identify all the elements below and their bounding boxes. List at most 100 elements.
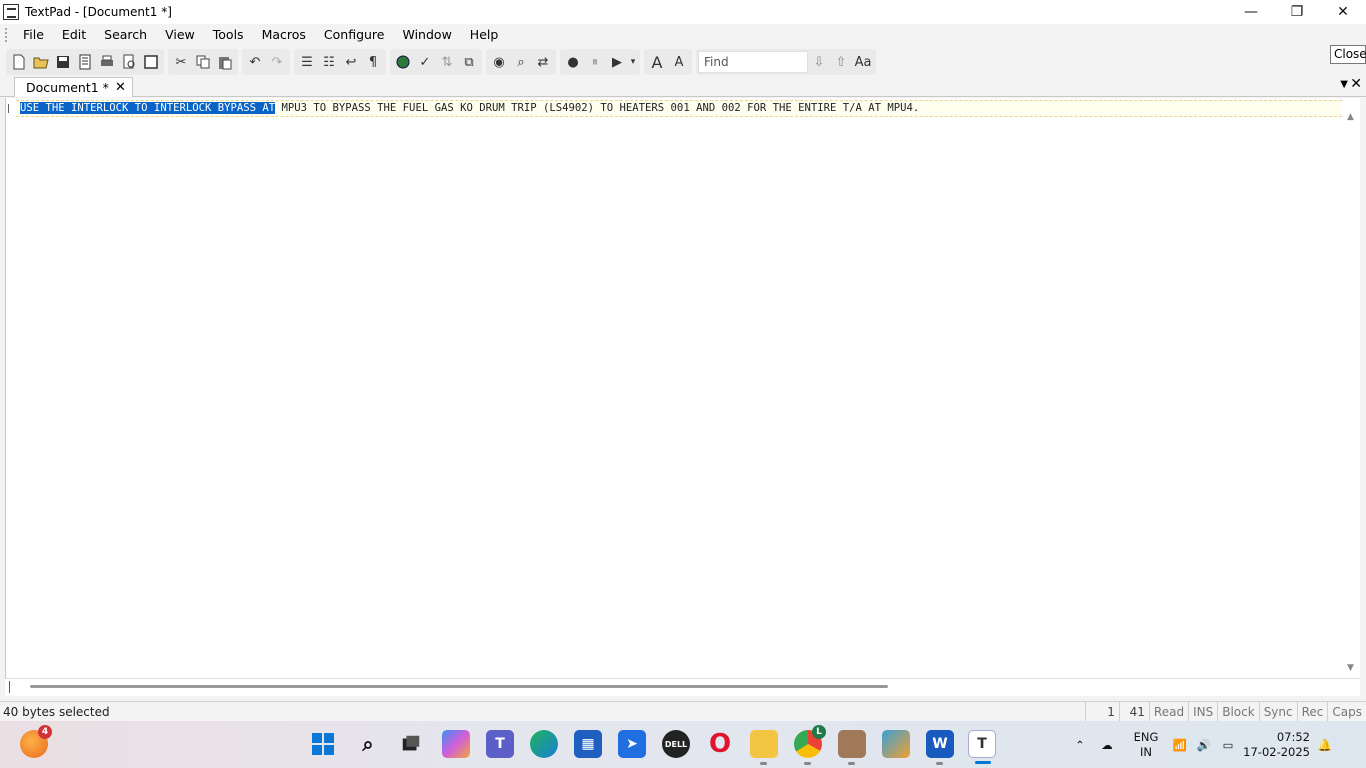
photos-app-icon[interactable] [882,730,910,758]
contacts-app-icon[interactable] [838,730,866,765]
redo-icon[interactable]: ↷ [266,51,288,73]
outdent-icon[interactable]: ☷ [318,51,340,73]
new-file-icon[interactable] [8,51,30,73]
battery-icon[interactable]: ▭ [1216,738,1240,752]
replace-icon[interactable]: ⇄ [532,51,554,73]
menu-view[interactable]: View [156,24,204,46]
copy-icon[interactable] [192,51,214,73]
wifi-icon[interactable]: 📶 [1168,738,1192,752]
spell-check-icon[interactable]: ✓ [414,51,436,73]
textpad-app-icon[interactable] [3,4,19,20]
web-browser-icon[interactable] [392,51,414,73]
menu-macros[interactable]: Macros [253,24,315,46]
find-in-files-icon[interactable]: ⌕ [510,51,532,73]
power-automate-icon[interactable]: ➤ [618,730,646,758]
sort-icon[interactable]: ⇅ [436,51,458,73]
editor-pane[interactable]: USE THE INTERLOCK TO INTERLOCK BYPASS AT… [5,98,1344,678]
match-case-button[interactable]: Aa [852,51,874,73]
record-macro-icon[interactable]: ● [562,51,584,73]
status-line: 1 [1084,702,1119,722]
status-sync[interactable]: Sync [1258,702,1297,722]
textpad-taskbar-icon[interactable]: T [968,730,996,764]
opera-browser-icon[interactable]: O [706,729,734,759]
status-ins[interactable]: INS [1188,702,1217,722]
show-paragraph-icon[interactable]: ¶ [362,51,384,73]
compare-files-icon[interactable]: ⧉ [458,51,480,73]
microsoft-store-icon[interactable]: ▦ [574,730,602,758]
word-wrap-icon[interactable]: ↩ [340,51,362,73]
toolbar: ✂ ↶ ↷ ☰ ☷ ↩ ¶ ✓ ⇅ ⧉ ◉ ⌕ ⇄ ● ⏸ ▶ ▾ A A Fi… [0,48,1366,89]
find-icon[interactable]: ◉ [488,51,510,73]
chrome-profile-badge: L [812,725,826,739]
restore-button[interactable]: ❐ [1274,0,1320,24]
edge-browser-icon[interactable] [530,730,558,758]
status-block[interactable]: Block [1217,702,1258,722]
pause-macro-icon[interactable]: ⏸ [584,51,606,73]
scroll-down-icon[interactable]: ▼ [1347,663,1354,673]
editor-line-1[interactable]: USE THE INTERLOCK TO INTERLOCK BYPASS AT… [20,101,919,116]
play-macro-icon[interactable]: ▶ [606,51,628,73]
window-title: TextPad - [Document1 *] [25,5,172,19]
open-folder-icon[interactable] [30,51,52,73]
menu-edit[interactable]: Edit [53,24,95,46]
paste-icon[interactable] [214,51,236,73]
print-icon[interactable] [96,51,118,73]
cut-icon[interactable]: ✂ [170,51,192,73]
page-setup-icon[interactable] [140,51,162,73]
close-document-icon[interactable]: ✕ [1350,76,1362,92]
file-explorer-icon[interactable] [750,730,778,765]
tab-document1[interactable]: Document1 * ✕ [14,77,133,97]
volume-icon[interactable]: 🔊 [1192,738,1216,752]
find-next-icon[interactable]: ⇩ [808,51,830,73]
toolbar-edit-group: ✂ [168,49,238,75]
vertical-scrollbar[interactable]: ▲ ▼ [1344,98,1360,678]
show-hidden-icons-icon[interactable]: ⌃ [1070,738,1090,752]
language-code: ENG [1133,729,1159,744]
close-window-button[interactable]: ✕ [1320,0,1366,24]
menu-configure[interactable]: Configure [315,24,394,46]
horizontal-scroll-thumb[interactable] [30,685,888,688]
find-previous-icon[interactable]: ⇧ [830,51,852,73]
notifications-bell-icon[interactable]: 🔔 [1314,738,1336,752]
clock-time: 07:52 [1276,729,1310,744]
horizontal-scrollbar[interactable] [5,678,1360,696]
chrome-browser-icon[interactable]: L [794,725,826,765]
menu-window[interactable]: Window [394,24,461,46]
status-read[interactable]: Read [1148,702,1188,722]
teams-icon[interactable]: T [486,730,514,758]
input-language[interactable]: ENG IN [1124,730,1168,760]
start-button-icon[interactable] [309,730,337,758]
onedrive-sync-icon[interactable]: ☁ [1090,738,1124,752]
unselected-text[interactable]: MPU3 TO BYPASS THE FUEL GAS KO DRUM TRIP… [275,102,920,114]
status-rec[interactable]: Rec [1296,702,1328,722]
increase-font-icon[interactable]: A [646,51,668,73]
menu-file[interactable]: File [14,24,53,46]
decrease-font-icon[interactable]: A [668,51,690,73]
tab-close-icon[interactable]: ✕ [115,80,126,95]
status-caps[interactable]: Caps [1327,702,1366,722]
selected-text[interactable]: USE THE INTERLOCK TO INTERLOCK BYPASS AT [20,102,276,114]
menubar-grip-icon[interactable] [4,27,8,43]
window-controls: — ❐ ✕ [1228,0,1366,24]
minimize-button[interactable]: — [1228,0,1274,24]
clock[interactable]: 07:52 17-02-2025 [1240,730,1310,760]
find-incrementally-input[interactable]: Find incrementally [698,51,808,89]
toolbar-overflow-icon[interactable]: ▾ [628,51,638,73]
save-all-icon[interactable] [74,51,96,73]
word-icon[interactable]: W [926,730,954,765]
menu-tools[interactable]: Tools [204,24,253,46]
dell-icon[interactable]: DELL [662,730,690,758]
tab-list-dropdown-icon[interactable]: ▼ [1340,79,1348,90]
copilot-icon[interactable] [442,730,470,758]
scroll-up-icon[interactable]: ▲ [1347,112,1354,122]
undo-icon[interactable]: ↶ [244,51,266,73]
print-preview-icon[interactable] [118,51,140,73]
save-icon[interactable] [52,51,74,73]
tab-label: Document1 * [26,80,109,95]
task-view-icon[interactable] [397,730,425,758]
menu-help[interactable]: Help [461,24,508,46]
search-icon[interactable]: ⌕ [354,730,382,758]
mail-app-icon[interactable]: 4 [20,725,52,758]
indent-icon[interactable]: ☰ [296,51,318,73]
menu-search[interactable]: Search [95,24,156,46]
